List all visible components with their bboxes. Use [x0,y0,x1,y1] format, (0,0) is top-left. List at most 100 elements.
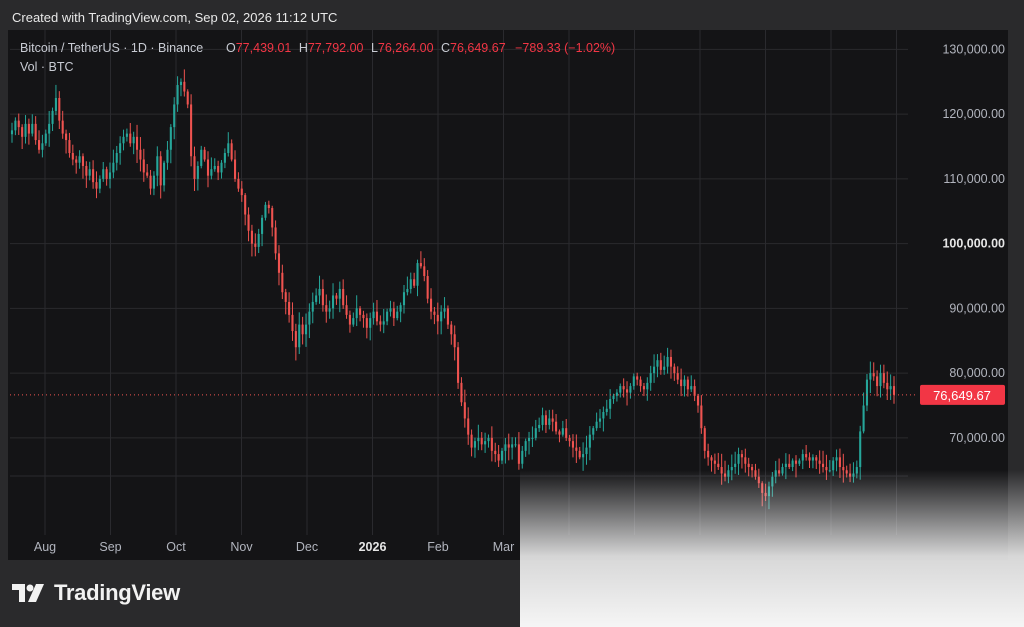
candle [81,153,85,179]
candle-body [538,424,541,429]
candle-body [206,159,210,176]
candle-body [443,308,446,312]
candle-body [889,386,892,390]
candle [375,300,379,326]
candle-body [115,153,118,163]
candle [335,292,338,305]
candle [869,361,872,394]
price-tick-label: 130,000.00 [942,42,1005,56]
candle [142,148,145,182]
candle [48,110,51,147]
candle-body [592,428,595,435]
candle [457,342,460,389]
candle [480,432,483,451]
candle [210,157,213,180]
candle [166,141,169,170]
candle-body [135,136,139,150]
candle [524,438,527,457]
candle-body [629,386,632,393]
candle [402,284,406,314]
candle [784,453,787,480]
candle [744,448,747,473]
candle-body [477,437,480,442]
candle [426,270,429,304]
candle-body [730,467,733,471]
candle [690,375,693,393]
candle [98,175,101,194]
candle-body [632,376,635,387]
candle-body [203,149,206,160]
candle [788,454,791,470]
candle-body [21,127,24,137]
candle [656,354,659,378]
candle-body [463,402,466,419]
candle [379,315,382,332]
candle-body [619,386,622,393]
price-tick-label: 110,000.00 [943,172,1005,186]
candle [707,443,710,466]
candle [879,364,882,398]
candle-body [565,428,568,438]
candle-body [44,133,47,144]
tradingview-logo[interactable]: TradingView [12,580,180,606]
candle [713,453,716,474]
candle [598,409,602,428]
candle [794,455,798,478]
candle [609,389,612,419]
candle [406,276,409,296]
creation-credit: Created with TradingView.com, Sep 02, 20… [12,10,338,25]
candle-body [531,437,534,439]
candle [636,372,639,386]
candle-body [156,156,159,176]
candle-body [480,437,483,445]
candle [865,373,869,412]
candle [10,122,14,143]
candle-body [284,292,287,302]
candle-body [34,123,37,141]
candle-body [720,467,723,474]
candle-body [767,486,771,497]
candle-body [362,314,365,319]
candle-body [737,454,740,464]
candlestick-chart[interactable]: 130,000.00 120,000.00 110,000.00 100,000.00… [8,30,1008,560]
candle-body [740,454,743,458]
candle [92,160,95,189]
legend-symbol: Bitcoin / TetherUS · 1D · Binance [20,41,203,55]
candle-body [484,441,487,445]
candle-body [254,243,257,247]
candle [527,431,531,455]
candle-body [288,301,291,315]
price-axis: 130,000.00 120,000.00 110,000.00 100,000.00… [942,42,1005,444]
candle-body [548,418,551,425]
candle [261,214,264,247]
candle-body [808,457,811,461]
candle-body [311,301,314,312]
candle [484,432,487,453]
candle-body [700,405,703,429]
candle [37,130,41,154]
candle-body [24,123,27,137]
candle-body [217,165,220,173]
candle [808,452,811,469]
candle-body [271,208,274,228]
candle [862,392,865,434]
candle [179,78,183,97]
candle-body [791,460,794,468]
candle [362,310,365,328]
candle [470,429,473,457]
candle [815,455,818,470]
candle [331,283,335,319]
candle-body [71,153,74,160]
candle [693,379,696,402]
candle-body [771,476,774,487]
candle-body [308,311,311,325]
candle-body [227,143,230,154]
candle [65,129,68,154]
candle-body [598,418,602,422]
candle [605,399,608,416]
chart-area[interactable]: 130,000.00 120,000.00 110,000.00 100,000.00… [8,30,1008,560]
candle-body [886,382,889,390]
candle [676,366,679,385]
candle [419,251,422,269]
candle-body [615,392,618,396]
